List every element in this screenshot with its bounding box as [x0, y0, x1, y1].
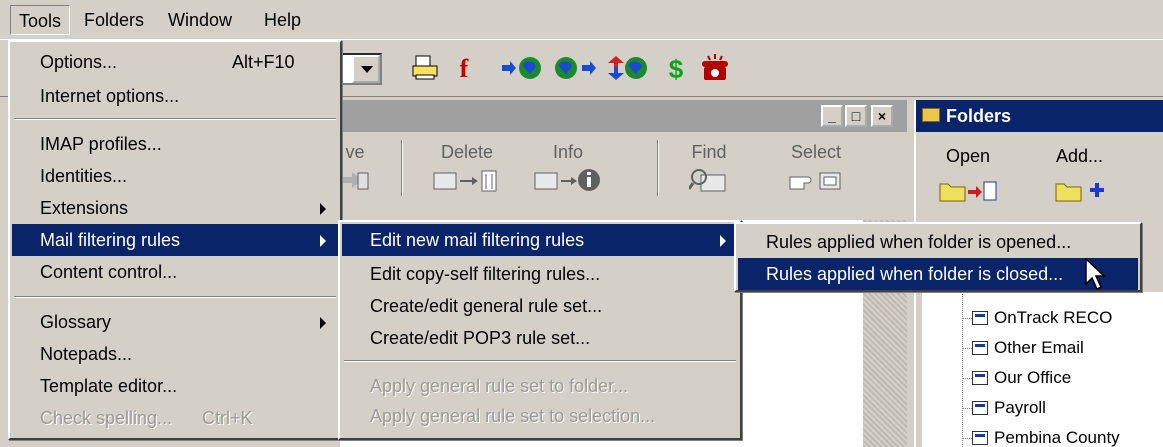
printer-icon[interactable] [410, 53, 440, 85]
menu-item-apply-rule-set-selection: Apply general rule set to selection... [370, 406, 656, 426]
mailbox-icon [972, 311, 988, 325]
menu-item-imap-profiles[interactable]: IMAP profiles... [12, 128, 338, 160]
tree-item[interactable]: Other Email [972, 333, 1084, 363]
pointing-hand-icon [781, 167, 851, 199]
tree-item-label: Pembina County [994, 428, 1120, 447]
menu-separator [344, 360, 736, 362]
tree-line [962, 438, 972, 439]
message-toolbar: ve Delete Info Find Select [340, 134, 907, 199]
menu-folders[interactable]: Folders [76, 5, 152, 35]
trash-icon [427, 167, 507, 199]
menu-item-options[interactable]: Options... Alt+F10 [12, 46, 338, 78]
tree-item[interactable]: OnTrack RECO [972, 303, 1112, 333]
find-button[interactable]: Find [679, 142, 739, 199]
maximize-button[interactable]: □ [845, 105, 867, 127]
menu-item-shortcut: Alt+F10 [232, 52, 295, 72]
menu-separator [14, 118, 336, 120]
dollar-icon[interactable]: $ [664, 53, 688, 85]
submenu-arrow-icon [720, 235, 726, 247]
menu-bar: Tools Folders Window Help [0, 0, 1163, 40]
mail-filtering-submenu: Edit new mail filtering rules Edit copy-… [338, 220, 742, 440]
minimize-button[interactable]: _ [821, 105, 843, 127]
mailbox-icon [972, 401, 988, 415]
menu-item-edit-copy-self-rules[interactable]: Edit copy-self filtering rules... [342, 258, 738, 290]
globe-receive-icon[interactable] [606, 53, 650, 85]
menu-item-internet-options[interactable]: Internet options... [12, 80, 338, 112]
tree-line [962, 292, 963, 447]
f-icon[interactable]: f [452, 53, 476, 85]
tree-item-label: OnTrack RECO [994, 308, 1113, 327]
menu-item-pop3-rule-set[interactable]: Create/edit POP3 rule set... [342, 322, 738, 354]
find-button-label: Find [691, 142, 727, 162]
find-icon [679, 167, 739, 199]
tree-item-label: Our Office [994, 368, 1072, 387]
submenu-arrow-icon [320, 317, 326, 329]
combo-dropdown-button[interactable] [352, 55, 380, 83]
menu-item-label: Glossary [40, 312, 112, 332]
tree-item-label: Other Email [994, 338, 1084, 357]
close-button[interactable]: × [871, 105, 893, 127]
tree-item[interactable]: Pembina County [972, 423, 1120, 447]
globe-send-icon[interactable] [500, 53, 544, 85]
menu-item-label: Edit new mail filtering rules [370, 230, 585, 250]
menu-item-identities[interactable]: Identities... [12, 160, 338, 192]
submenu-arrow-icon [320, 203, 326, 215]
menu-item-content-control[interactable]: Content control... [12, 256, 338, 288]
move-button-label: ve [345, 142, 365, 162]
mailbox-icon [972, 431, 988, 445]
tree-item-label: Payroll [994, 398, 1046, 417]
message-window-titlebar[interactable]: _ □ × [341, 100, 907, 132]
tree-line [962, 318, 972, 319]
menu-item-label: Extensions [40, 198, 129, 218]
menu-item-label: Options... [40, 52, 118, 72]
telephone-icon[interactable] [700, 53, 730, 85]
tree-item[interactable]: Payroll [972, 393, 1046, 423]
folder-icon [922, 108, 940, 122]
select-button[interactable]: Select [781, 142, 851, 199]
menu-item-general-rule-set[interactable]: Create/edit general rule set... [342, 290, 738, 322]
menu-item-mail-filtering-rules[interactable]: Mail filtering rules [12, 224, 338, 256]
menu-item-label: Mail filtering rules [40, 230, 181, 250]
info-icon [533, 167, 603, 199]
menu-item-shortcut: Ctrl+K [202, 408, 253, 428]
menu-item-glossary[interactable]: Glossary [12, 306, 338, 338]
new-mail-rules-submenu: Rules applied when folder is opened... R… [734, 222, 1142, 292]
add-folder-button[interactable]: Add... [1056, 146, 1103, 167]
delete-button[interactable]: Delete [427, 142, 507, 199]
menu-item-apply-rule-set-folder: Apply general rule set to folder... [370, 376, 629, 396]
menu-item-rules-folder-closed[interactable]: Rules applied when folder is closed... [738, 258, 1138, 290]
tools-menu: Options... Alt+F10 Internet options... I… [8, 40, 342, 440]
menu-help[interactable]: Help [256, 5, 309, 35]
mailbox-icon [972, 371, 988, 385]
folders-title: Folders [946, 106, 1012, 126]
menu-item-edit-new-mail-rules[interactable]: Edit new mail filtering rules [342, 224, 738, 256]
toolbar-separator [401, 140, 403, 196]
globe-icon[interactable] [550, 53, 600, 85]
menu-window[interactable]: Window [160, 5, 240, 35]
menu-item-rules-folder-opened[interactable]: Rules applied when folder is opened... [738, 226, 1138, 258]
menu-separator [14, 296, 336, 298]
info-button-label: Info [552, 142, 584, 162]
select-button-label: Select [790, 142, 842, 162]
toolbar-separator [657, 140, 659, 196]
info-button[interactable]: Info [533, 142, 603, 199]
menu-item-notepads[interactable]: Notepads... [12, 338, 338, 370]
open-folder-icon[interactable] [938, 178, 998, 210]
menu-item-label: Check spelling... [40, 408, 173, 428]
tree-line [962, 378, 972, 379]
delete-button-label: Delete [440, 142, 494, 162]
folder-tree: OnTrack RECO Other Email Our Office Payr… [922, 292, 1163, 447]
menu-item-extensions[interactable]: Extensions [12, 192, 338, 224]
folders-titlebar[interactable]: Folders [916, 100, 1163, 132]
mailbox-icon [972, 341, 988, 355]
menu-item-template-editor[interactable]: Template editor... [12, 370, 338, 402]
menu-item-check-spelling: Check spelling... Ctrl+K [12, 402, 338, 434]
add-folder-icon[interactable] [1054, 178, 1106, 210]
tree-line [962, 348, 972, 349]
open-folder-button[interactable]: Open [946, 146, 990, 167]
submenu-arrow-icon [320, 235, 326, 247]
tree-line [962, 408, 972, 409]
menu-tools[interactable]: Tools [10, 5, 71, 35]
tree-item[interactable]: Our Office [972, 363, 1071, 393]
